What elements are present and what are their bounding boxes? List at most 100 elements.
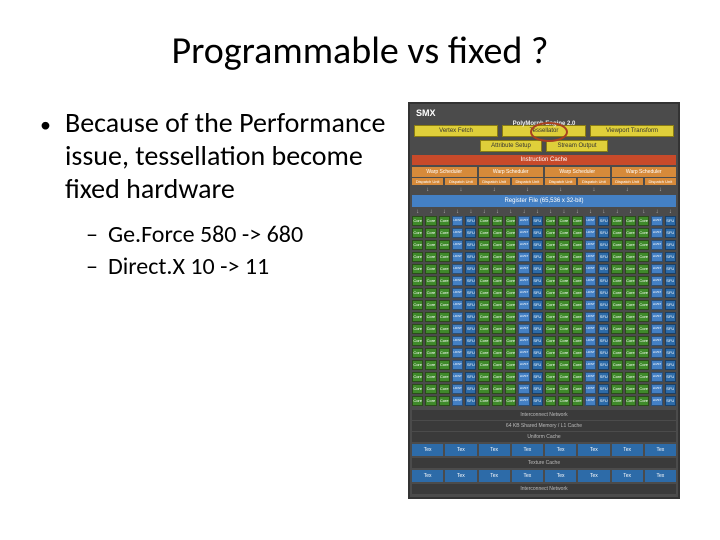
core-unit: Core [412, 252, 423, 262]
core-unit: Core [625, 396, 636, 406]
ldst-unit: LD/ST [585, 324, 596, 334]
core-row: CoreCoreCoreLD/STSFUCoreCoreCoreLD/STSFU… [412, 252, 676, 262]
core-unit: Core [625, 312, 636, 322]
down-arrow-icon: ↓ [578, 187, 609, 193]
core-row: CoreCoreCoreLD/STSFUCoreCoreCoreLD/STSFU… [412, 264, 676, 274]
sfu-unit: SFU [465, 384, 476, 394]
arrow-row: ↓↓↓↓↓↓↓↓ [410, 187, 678, 193]
core-unit: Core [625, 252, 636, 262]
core-unit: Core [558, 252, 569, 262]
ldst-unit: LD/ST [585, 264, 596, 274]
core-unit: Core [625, 336, 636, 346]
dispatch-unit: Dispatch Unit [445, 178, 476, 185]
sfu-unit: SFU [598, 288, 609, 298]
sfu-unit: SFU [598, 324, 609, 334]
down-arrow-icon: ↓ [545, 187, 576, 193]
core-row: CoreCoreCoreLD/STSFUCoreCoreCoreLD/STSFU… [412, 288, 676, 298]
vertex-fetch-box: Vertex Fetch [414, 125, 498, 137]
down-arrow-icon: ↓ [585, 209, 596, 215]
core-unit: Core [412, 240, 423, 250]
sub-bullet: – Ge.Force 580 -> 680 [86, 219, 400, 251]
core-unit: Core [425, 324, 436, 334]
core-unit: Core [545, 336, 556, 346]
core-unit: Core [492, 360, 503, 370]
ldst-unit: LD/ST [651, 348, 662, 358]
core-unit: Core [558, 240, 569, 250]
sfu-unit: SFU [532, 264, 543, 274]
down-arrow-icon: ↓ [611, 209, 622, 215]
ldst-unit: LD/ST [518, 360, 529, 370]
core-unit: Core [478, 252, 489, 262]
core-unit: Core [572, 372, 583, 382]
core-unit: Core [625, 240, 636, 250]
core-unit: Core [492, 276, 503, 286]
sfu-unit: SFU [665, 396, 676, 406]
core-unit: Core [638, 288, 649, 298]
sfu-unit: SFU [465, 300, 476, 310]
ldst-unit: LD/ST [651, 252, 662, 262]
core-unit: Core [638, 300, 649, 310]
ldst-unit: LD/ST [585, 360, 596, 370]
core-unit: Core [625, 264, 636, 274]
core-unit: Core [492, 384, 503, 394]
core-unit: Core [412, 228, 423, 238]
core-unit: Core [412, 276, 423, 286]
down-arrow-icon: ↓ [445, 187, 476, 193]
core-unit: Core [558, 300, 569, 310]
down-arrow-icon: ↓ [425, 209, 436, 215]
core-unit: Core [638, 252, 649, 262]
core-unit: Core [572, 288, 583, 298]
core-unit: Core [425, 276, 436, 286]
core-unit: Core [638, 240, 649, 250]
core-unit: Core [572, 360, 583, 370]
core-unit: Core [505, 288, 516, 298]
sfu-unit: SFU [532, 372, 543, 382]
core-unit: Core [412, 324, 423, 334]
core-unit: Core [611, 312, 622, 322]
sfu-unit: SFU [665, 336, 676, 346]
core-unit: Core [492, 252, 503, 262]
sfu-unit: SFU [598, 360, 609, 370]
diagram-header: SMX [410, 104, 678, 122]
sfu-unit: SFU [665, 228, 676, 238]
core-unit: Core [572, 216, 583, 226]
sfu-unit: SFU [598, 312, 609, 322]
core-unit: Core [439, 252, 450, 262]
core-unit: Core [558, 216, 569, 226]
sfu-unit: SFU [598, 240, 609, 250]
down-arrow-icon: ↓ [412, 187, 443, 193]
core-unit: Core [545, 348, 556, 358]
core-unit: Core [572, 396, 583, 406]
core-unit: Core [492, 264, 503, 274]
ldst-unit: LD/ST [452, 252, 463, 262]
core-unit: Core [545, 300, 556, 310]
core-unit: Core [545, 372, 556, 382]
down-arrow-icon: ↓ [572, 209, 583, 215]
core-unit: Core [478, 228, 489, 238]
warp-scheduler: Warp Scheduler [612, 167, 677, 177]
sfu-unit: SFU [665, 324, 676, 334]
core-unit: Core [492, 300, 503, 310]
sfu-unit: SFU [665, 288, 676, 298]
core-unit: Core [425, 372, 436, 382]
core-unit: Core [611, 372, 622, 382]
core-unit: Core [545, 384, 556, 394]
sfu-unit: SFU [532, 324, 543, 334]
core-unit: Core [638, 312, 649, 322]
sfu-unit: SFU [665, 348, 676, 358]
core-unit: Core [439, 372, 450, 382]
tex-unit: Tex [545, 470, 576, 482]
core-unit: Core [425, 288, 436, 298]
core-unit: Core [425, 216, 436, 226]
core-unit: Core [558, 384, 569, 394]
core-unit: Core [505, 372, 516, 382]
core-unit: Core [638, 264, 649, 274]
core-unit: Core [425, 336, 436, 346]
slide-title: Programmable vs fixed ? [40, 28, 680, 74]
sfu-unit: SFU [465, 228, 476, 238]
core-unit: Core [572, 228, 583, 238]
sfu-unit: SFU [532, 396, 543, 406]
sub-bullet-text: Ge.Force 580 -> 680 [108, 219, 303, 251]
down-arrow-icon: ↓ [452, 209, 463, 215]
dispatch-unit: Dispatch Unit [412, 178, 443, 185]
